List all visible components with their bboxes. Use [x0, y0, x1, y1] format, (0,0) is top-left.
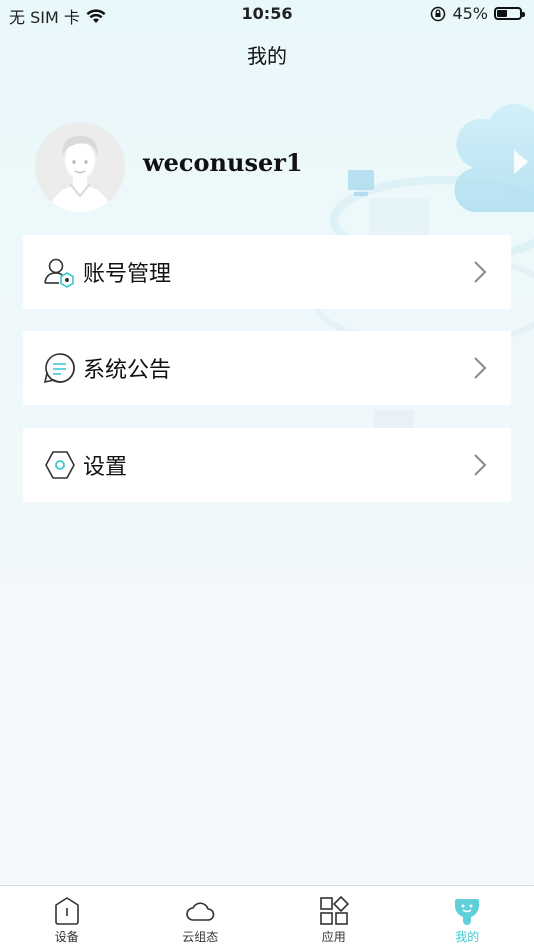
- orientation-lock-icon: [430, 6, 446, 22]
- menu-item-label: 账号管理: [83, 256, 171, 288]
- announcement-icon: [43, 351, 77, 385]
- device-icon: [52, 896, 82, 926]
- tab-cloud[interactable]: 云组态: [134, 886, 268, 951]
- tab-profile[interactable]: 我的: [401, 886, 534, 951]
- tab-label: 设备: [0, 928, 134, 945]
- page-title: 我的: [0, 40, 534, 69]
- battery-icon: [494, 7, 522, 20]
- chevron-right-icon: [473, 356, 487, 380]
- tab-label: 云组态: [134, 928, 268, 945]
- menu-item-label: 设置: [83, 449, 127, 481]
- username: weconuser1: [143, 148, 303, 177]
- tab-apps[interactable]: 应用: [267, 886, 401, 951]
- status-right: 45%: [430, 4, 522, 23]
- menu-item-account[interactable]: 账号管理: [23, 235, 511, 309]
- status-bar: 无 SIM 卡 10:56 45%: [0, 0, 534, 28]
- chevron-right-icon: [473, 260, 487, 284]
- apps-icon: [319, 896, 349, 926]
- cloud-icon: [185, 896, 215, 926]
- tab-label: 我的: [401, 928, 534, 945]
- account-icon: [43, 255, 77, 289]
- settings-icon: [43, 448, 77, 482]
- chevron-right-icon: [473, 453, 487, 477]
- tab-devices[interactable]: 设备: [0, 886, 134, 951]
- profile-icon: [452, 896, 482, 926]
- tab-bar: 设备 云组态 应用 我的: [0, 885, 534, 951]
- battery-fill: [497, 10, 507, 17]
- avatar[interactable]: [35, 122, 125, 212]
- battery-percent: 45%: [452, 4, 488, 23]
- default-avatar-icon: [35, 122, 125, 212]
- menu-item-label: 系统公告: [83, 352, 171, 384]
- menu-item-announcement[interactable]: 系统公告: [23, 331, 511, 405]
- menu-item-settings[interactable]: 设置: [23, 428, 511, 502]
- tab-label: 应用: [267, 928, 401, 945]
